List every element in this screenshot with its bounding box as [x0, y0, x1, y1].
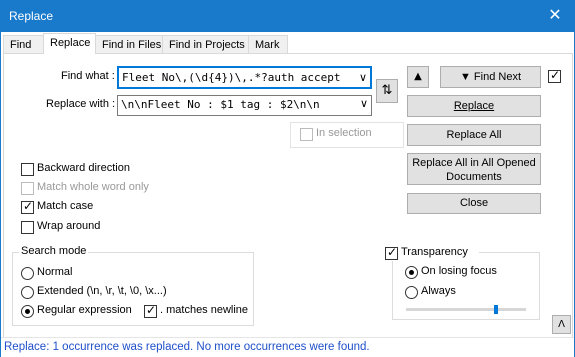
chevron-down-icon[interactable]: ∨ — [360, 97, 368, 110]
replace-all-label: Replace All — [446, 129, 502, 141]
backward-direction-checkbox[interactable]: Backward direction — [21, 162, 141, 177]
find-what-value: Fleet No\,(\d{4})\,.*?auth accept — [122, 71, 341, 84]
close-icon[interactable]: ✕ — [542, 5, 568, 27]
replace-button-label: Replace — [453, 100, 495, 112]
radio-circle — [405, 286, 418, 299]
replace-all-opened-button[interactable]: Replace All in All Opened Documents — [407, 153, 541, 185]
radio-dot — [25, 309, 30, 314]
on-losing-focus-radio[interactable]: On losing focus — [405, 265, 505, 280]
tab-replace[interactable]: Replace — [43, 33, 96, 54]
checkbox-box — [21, 182, 34, 195]
find-what-input[interactable]: Fleet No\,(\d{4})\,.*?auth accept ∨ — [117, 66, 372, 89]
find-next-button[interactable]: ▼ Find Next — [440, 66, 541, 88]
normal-label: Normal — [37, 266, 73, 278]
transparency-checkbox[interactable]: ✓ Transparency — [385, 245, 479, 261]
checkbox-box: ✓ — [144, 303, 157, 318]
dot-matches-newline-checkbox[interactable]: ✓ . matches newline — [144, 303, 248, 319]
replace-button[interactable]: Replace — [407, 95, 541, 117]
status-bar: Replace: 1 occurrence was replaced. No m… — [1, 337, 574, 357]
match-case-label: Match case — [37, 200, 94, 212]
replace-all-opened-line1: Replace All in All Opened — [412, 157, 536, 169]
replace-panel: Find what : Fleet No\,(\d{4})\,.*?auth a… — [3, 53, 573, 339]
check-icon: ✓ — [146, 303, 157, 317]
replace-with-label: Replace with : — [46, 98, 116, 110]
tab-find-in-files[interactable]: Find in Files — [95, 35, 163, 53]
swap-button[interactable]: ⇅ — [376, 79, 398, 103]
regular-expression-radio[interactable]: Regular expression — [21, 304, 136, 319]
find-what-label: Find what : — [61, 70, 115, 82]
radio-circle — [21, 267, 34, 280]
match-case-checkbox[interactable]: ✓ Match case — [21, 199, 101, 215]
transparency-slider[interactable] — [406, 308, 526, 311]
extended-label: Extended (\n, \r, \t, \0, \x...) — [37, 285, 167, 297]
extended-radio[interactable]: Extended (\n, \r, \t, \0, \x...) — [21, 285, 191, 300]
always-label: Always — [421, 285, 456, 297]
in-selection-label: In selection — [316, 127, 372, 139]
checkbox-box: ✓ — [385, 245, 398, 260]
replace-with-input[interactable]: \n\nFleet No : $1 tag : $2\n\n ∨ — [117, 95, 372, 116]
check-icon: ✓ — [23, 199, 34, 213]
checkbox-box: ✓ — [548, 68, 561, 83]
tab-find-in-projects[interactable]: Find in Projects — [162, 35, 249, 53]
dot-matches-newline-label: . matches newline — [160, 304, 249, 316]
close-button[interactable]: Close — [407, 193, 541, 214]
match-whole-word-checkbox[interactable]: Match whole word only — [21, 181, 161, 196]
collapse-button[interactable]: Λ — [552, 315, 571, 334]
replace-with-value: \n\nFleet No : $1 tag : $2\n\n — [121, 98, 320, 111]
status-message: Replace: 1 occurrence was replaced. No m… — [4, 341, 370, 353]
tab-mark[interactable]: Mark — [248, 35, 288, 53]
search-mode-title: Search mode — [19, 245, 89, 257]
find-previous-button[interactable]: ▲ — [407, 66, 429, 88]
radio-circle — [21, 286, 34, 299]
radio-circle — [405, 266, 418, 279]
title-bar: Replace ✕ — [1, 1, 574, 32]
checkbox-box — [21, 221, 34, 234]
tab-find[interactable]: Find — [3, 35, 44, 53]
replace-dialog: Replace ✕ Find Replace Find in Files Fin… — [0, 0, 575, 357]
checkbox-box: ✓ — [21, 199, 34, 214]
find-next-options-checkbox[interactable]: ✓ — [548, 68, 562, 84]
on-losing-focus-label: On losing focus — [421, 265, 497, 277]
check-icon: ✓ — [387, 245, 398, 259]
radio-circle — [21, 305, 34, 318]
regular-expression-label: Regular expression — [37, 304, 132, 316]
backward-direction-label: Backward direction — [37, 162, 130, 174]
normal-radio[interactable]: Normal — [21, 266, 81, 281]
window-title: Replace — [9, 9, 54, 23]
chevron-down-icon[interactable]: ∨ — [359, 71, 367, 84]
match-whole-word-label: Match whole word only — [37, 181, 149, 193]
check-icon: ✓ — [550, 68, 561, 82]
transparency-slider-thumb[interactable] — [494, 305, 498, 314]
always-radio[interactable]: Always — [405, 285, 465, 300]
in-selection-checkbox[interactable]: In selection — [300, 127, 390, 142]
wrap-around-label: Wrap around — [37, 220, 101, 232]
radio-dot — [409, 270, 414, 275]
wrap-around-checkbox[interactable]: Wrap around — [21, 220, 111, 235]
transparency-label: Transparency — [401, 246, 468, 258]
replace-all-button[interactable]: Replace All — [407, 124, 541, 146]
checkbox-box — [300, 128, 313, 141]
checkbox-box — [21, 163, 34, 176]
replace-all-opened-line2: Documents — [446, 171, 502, 183]
